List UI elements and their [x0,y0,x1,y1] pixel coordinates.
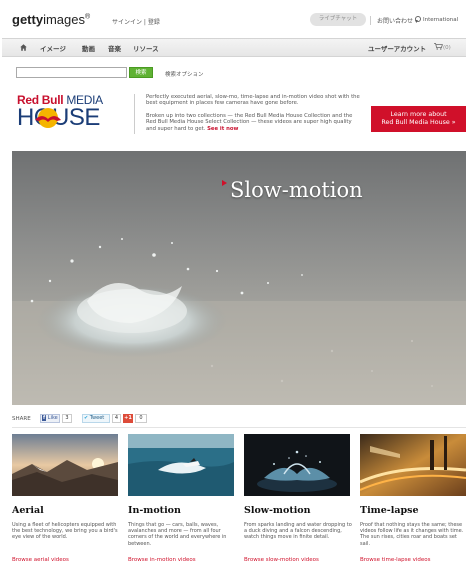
top-bar: gettyimages® サインイン | 登録 ライブチャット お問い合わせ ▾… [0,0,466,38]
card-description: From sparks landing and water dropping t… [244,522,352,541]
international-selector[interactable]: International [415,16,458,23]
nav-item-resources[interactable]: リソース [133,43,159,53]
aerial-thumbnail[interactable] [12,434,118,496]
browse-slow-motion-link[interactable]: Browse slow-motion videos [244,557,319,563]
card-description: Things that go — cars, balls, waves, ava… [128,522,227,547]
home-icon[interactable] [20,44,27,51]
search-options-link[interactable]: 検索オプション [165,70,204,78]
gettyimages-logo[interactable]: gettyimages® [12,12,90,27]
share-divider [12,427,466,428]
time-lapse-thumbnail[interactable] [360,434,466,496]
card-title: Aerial [12,505,44,516]
search-input[interactable] [16,67,127,78]
google-plus-count: 0 [135,414,147,423]
browse-time-lapse-link[interactable]: Browse time-lapse videos [360,557,430,563]
banner-intro-text: Perfectly executed aerial, slow-mo, time… [146,94,360,107]
nav-item-images[interactable]: イメージ [40,43,66,53]
live-chat-button[interactable]: ライブチャット [310,13,366,26]
banner-divider [134,94,135,134]
see-it-now-link[interactable]: See it now [207,126,238,132]
hero-title: Slow-motion [230,178,363,202]
nav-item-account[interactable]: ユーザーアカウント [368,43,426,53]
browse-in-motion-link[interactable]: Browse in-motion videos [128,557,196,563]
facebook-like-button[interactable]: f Like [40,414,60,423]
redbull-media-house-logo[interactable]: Red Bull MEDIA HOUSE [17,93,127,133]
banner-collections-text: Broken up into two collections — the Red… [146,113,353,132]
card-title: Time-lapse [360,505,419,516]
card-description: Using a fleet of helicopters equipped wi… [12,522,118,541]
tweet-count: 4 [112,414,121,423]
globe-icon [415,16,421,22]
share-label: SHARE [12,416,31,422]
facebook-icon: f [42,415,47,421]
contact-menu[interactable]: お問い合わせ ▾ [370,16,418,25]
hero-image[interactable]: Slow-motion [12,151,466,405]
redbull-bull-icon [35,108,61,128]
browse-aerial-link[interactable]: Browse aerial videos [12,557,69,563]
category-card-aerial: Aerial Using a fleet of helicopters equi… [12,434,118,563]
cart-icon [434,43,443,50]
search-button[interactable]: 検索 [129,67,153,78]
category-card-time-lapse: Time-lapse Proof that nothing stays the … [360,434,466,563]
signin-register-link[interactable]: サインイン | 登録 [112,17,160,26]
facebook-like-count: 3 [62,414,72,423]
category-card-slow-motion: Slow-motion From sparks landing and wate… [244,434,352,563]
cart-button[interactable]: (0) [434,43,451,51]
category-card-in-motion: In-motion Things that go — cars, balls, … [128,434,234,563]
card-title: Slow-motion [244,505,311,516]
google-plus-button[interactable]: +1 [123,414,133,423]
nav-item-music[interactable]: 音楽 [108,43,121,53]
in-motion-thumbnail[interactable] [128,434,234,496]
main-nav: イメージ 動画 音楽 リソース ユーザーアカウント (0) [2,38,466,57]
nav-item-video[interactable]: 動画 [82,43,95,53]
hero-title-marker [222,180,227,186]
card-description: Proof that nothing stays the same; these… [360,522,464,547]
tweet-button[interactable]: ✔ Tweet [82,414,110,423]
slow-motion-thumbnail[interactable] [244,434,350,496]
learn-more-button[interactable]: Learn more about Red Bull Media House » [371,106,466,132]
card-title: In-motion [128,505,181,516]
twitter-icon: ✔ [84,415,89,421]
